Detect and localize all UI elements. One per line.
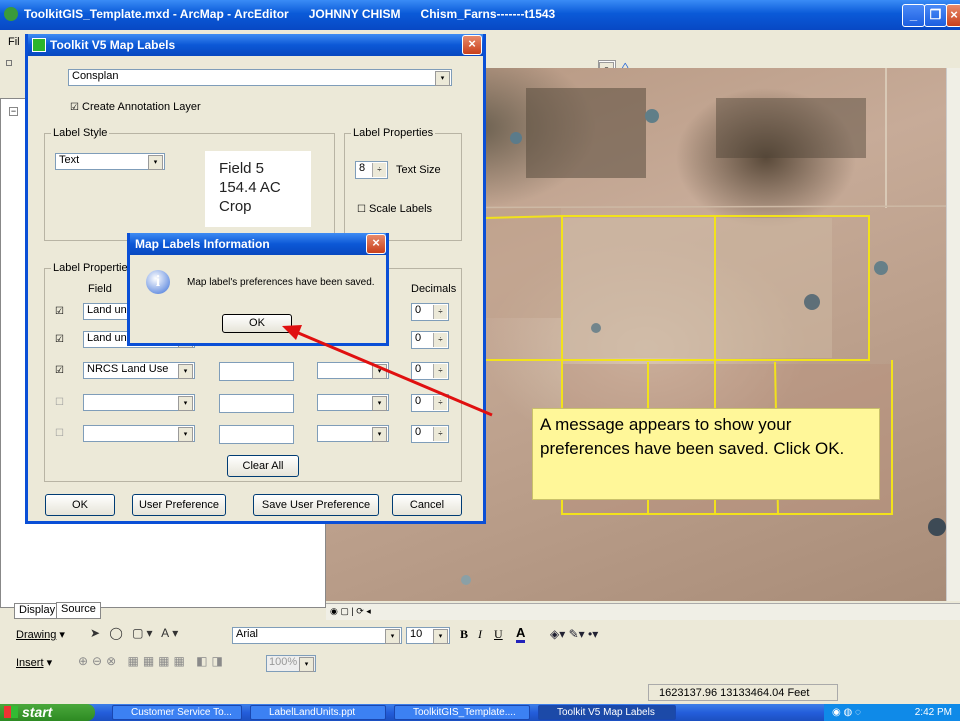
clock[interactable]: 2:42 PM bbox=[915, 707, 952, 718]
arrow-line bbox=[295, 330, 493, 417]
task-ppt[interactable]: LabelLandUnits.ppt bbox=[250, 705, 386, 720]
taskbar: start Customer Service To... LabelLandUn… bbox=[0, 704, 960, 721]
system-tray: ◉ ◍ ◌ 2:42 PM bbox=[824, 704, 960, 721]
arrow-annotation bbox=[282, 325, 493, 417]
instruction-callout: A message appears to show your preferenc… bbox=[532, 408, 880, 500]
arrow-head bbox=[282, 325, 302, 340]
tray-icons[interactable]: ◉ ◍ ◌ bbox=[832, 704, 861, 721]
task-arcmap[interactable]: ToolkitGIS_Template.... bbox=[394, 705, 530, 720]
task-map-labels[interactable]: Toolkit V5 Map Labels bbox=[538, 705, 676, 720]
task-customer-service[interactable]: Customer Service To... bbox=[112, 705, 242, 720]
windows-logo-icon bbox=[4, 706, 18, 718]
